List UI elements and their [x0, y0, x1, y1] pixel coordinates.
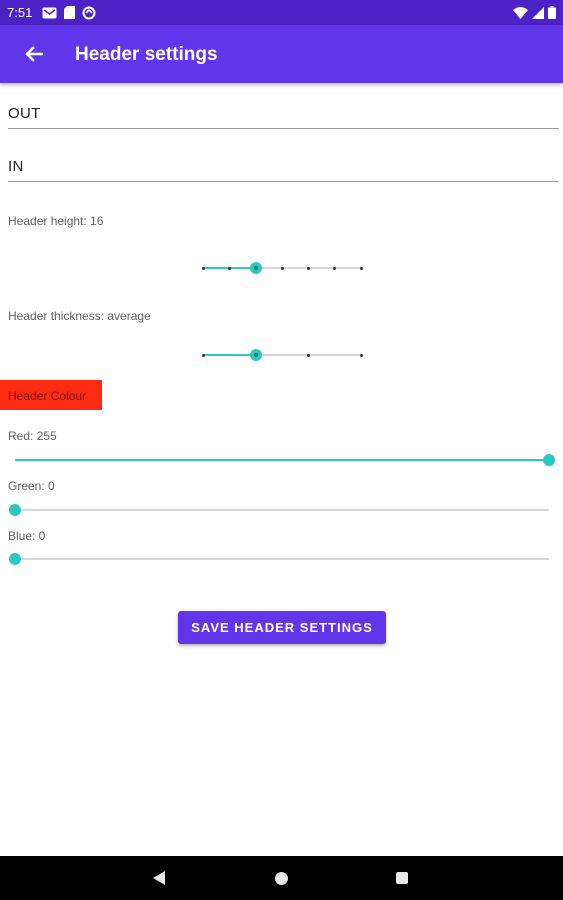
signal-icon	[532, 6, 544, 19]
header-thickness-slider[interactable]	[201, 349, 363, 361]
header-thickness-slider-thumb[interactable]	[249, 349, 262, 361]
mail-icon	[42, 7, 57, 18]
in-field-value: IN	[8, 158, 24, 175]
header-height-slider-tick	[201, 266, 205, 270]
header-thickness-label: Header thickness: average	[8, 309, 151, 323]
sd-card-icon	[64, 6, 75, 19]
header-height-slider-tick	[306, 266, 310, 270]
header-height-slider-tick	[280, 266, 284, 270]
header-colour-label: Header Colour	[8, 389, 87, 403]
header-thickness-slider-tick	[201, 353, 205, 357]
wifi-icon	[513, 6, 528, 19]
red-label: Red: 255	[8, 429, 57, 443]
green-label: Green: 0	[8, 479, 55, 493]
green-slider-track	[15, 509, 549, 511]
battery-icon	[548, 6, 556, 19]
in-field[interactable]: IN	[8, 150, 559, 182]
page-title: Header settings	[75, 44, 218, 65]
header-height-slider-thumb[interactable]	[249, 262, 262, 274]
header-colour-swatch: Header Colour	[0, 380, 102, 410]
red-slider[interactable]	[15, 454, 555, 466]
red-slider-thumb[interactable]	[543, 454, 555, 466]
header-height-label: Header height: 16	[8, 214, 104, 228]
arrow-back-icon	[25, 46, 43, 62]
status-notification-icons	[42, 5, 96, 20]
save-header-settings-button[interactable]: SAVE HEADER SETTINGS	[178, 611, 386, 644]
blue-label: Blue: 0	[8, 529, 46, 543]
nav-recents-icon[interactable]	[396, 872, 408, 884]
header-thickness-slider-tick	[306, 353, 310, 357]
header-thickness-slider-tick	[359, 353, 363, 357]
header-height-slider-tick	[333, 266, 337, 270]
header-height-slider-tick	[359, 266, 363, 270]
header-thickness-slider-fill	[203, 354, 256, 356]
header-height-slider-tick	[227, 266, 231, 270]
blue-slider[interactable]	[9, 553, 549, 565]
red-slider-fill	[15, 459, 549, 461]
green-slider[interactable]	[9, 504, 549, 516]
app-bar: Header settings	[0, 25, 563, 83]
blue-slider-thumb[interactable]	[9, 553, 21, 565]
out-field-value: OUT	[8, 105, 41, 122]
back-button[interactable]	[20, 40, 48, 68]
blue-slider-track	[15, 558, 549, 560]
status-bar: 7:51	[0, 0, 563, 25]
sync-icon	[82, 6, 96, 19]
out-field[interactable]: OUT	[8, 97, 559, 129]
status-time: 7:51	[7, 5, 33, 20]
green-slider-thumb[interactable]	[9, 504, 21, 516]
header-height-slider[interactable]	[201, 262, 363, 274]
nav-back-icon[interactable]	[152, 870, 166, 886]
navigation-bar	[0, 856, 563, 900]
status-system-icons	[513, 5, 556, 20]
nav-home-icon[interactable]	[275, 872, 288, 885]
